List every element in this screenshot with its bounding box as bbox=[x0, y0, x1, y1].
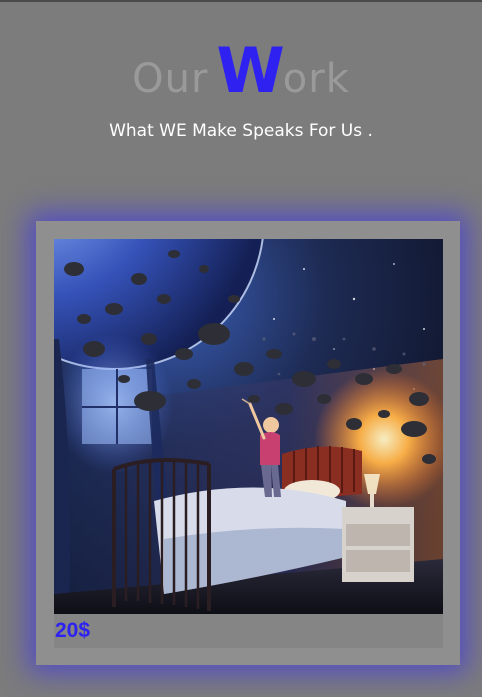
space-bedroom-artwork-image[interactable] bbox=[54, 239, 443, 614]
section-title: Our Work bbox=[0, 40, 482, 102]
title-prefix: Our bbox=[132, 56, 209, 102]
artwork-image-icon bbox=[54, 239, 443, 614]
section-subtitle: What WE Make Speaks For Us . bbox=[109, 121, 373, 141]
portfolio-card[interactable]: 20$ bbox=[36, 221, 460, 665]
title-accent-letter: W bbox=[216, 34, 285, 107]
price-bar: 20$ bbox=[54, 614, 443, 648]
title-suffix: ork bbox=[282, 56, 350, 102]
price-label: 20$ bbox=[55, 619, 91, 642]
top-divider bbox=[0, 0, 482, 2]
